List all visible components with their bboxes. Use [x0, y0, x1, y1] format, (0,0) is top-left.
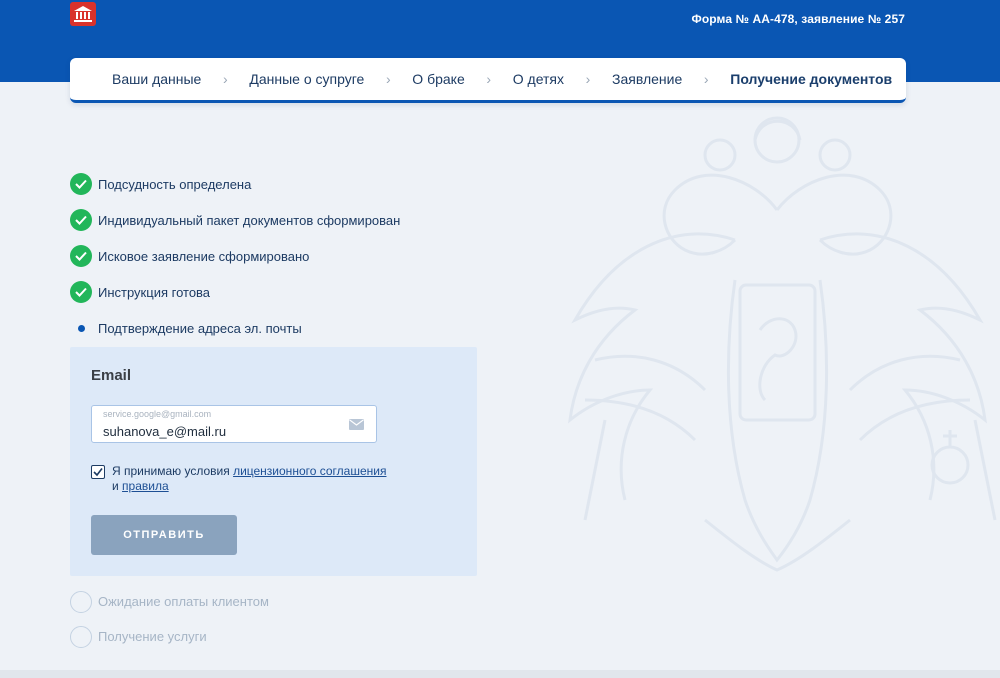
- terms-checkbox[interactable]: [91, 465, 105, 479]
- coat-of-arms-watermark: [568, 116, 997, 572]
- terms-conjunction: и: [112, 479, 123, 493]
- progress-checklist: Подсудность определена Индивидуальный па…: [70, 166, 490, 346]
- check-circle-icon: [70, 245, 92, 267]
- list-item-pending: Ожидание оплаты клиентом: [70, 584, 490, 619]
- email-confirmation-card: Email service.google@gmail.com suhanova_…: [70, 347, 477, 576]
- checklist-label: Инструкция готова: [98, 284, 211, 300]
- step-get-documents[interactable]: Получение документов: [730, 71, 892, 87]
- step-marriage[interactable]: О браке: [412, 71, 464, 87]
- rules-link[interactable]: правила: [122, 479, 169, 493]
- chevron-right-icon: ›: [385, 71, 391, 87]
- list-item: Подсудность определена: [70, 166, 490, 202]
- checklist-label: Получение услуги: [98, 629, 207, 644]
- email-placeholder: service.google@gmail.com: [103, 409, 212, 419]
- checklist-label: Подтверждение адреса эл. почты: [98, 320, 302, 336]
- email-value[interactable]: suhanova_e@mail.ru: [103, 424, 226, 439]
- current-step-dot-icon: [70, 317, 92, 339]
- checklist-label: Индивидуальный пакет документов сформиро…: [98, 212, 401, 228]
- terms-prefix: Я принимаю условия: [112, 464, 234, 478]
- step-application[interactable]: Заявление: [612, 71, 682, 87]
- form-id-label: Форма № АА-478, заявление № 257: [691, 12, 905, 26]
- license-agreement-link[interactable]: лицензионного соглашения: [233, 464, 386, 478]
- step-children[interactable]: О детях: [513, 71, 564, 87]
- email-input[interactable]: service.google@gmail.com suhanova_e@mail…: [91, 405, 377, 443]
- step-your-data[interactable]: Ваши данные: [112, 71, 201, 87]
- check-circle-icon: [70, 173, 92, 195]
- chevron-right-icon: ›: [703, 71, 709, 87]
- step-spouse-data[interactable]: Данные о супруге: [249, 71, 364, 87]
- chevron-right-icon: ›: [223, 71, 228, 87]
- list-item: Индивидуальный пакет документов сформиро…: [70, 202, 490, 238]
- terms-text: Я принимаю условия лицензионного соглаше…: [112, 464, 391, 494]
- check-circle-icon: [70, 209, 92, 231]
- chevron-right-icon: ›: [486, 71, 492, 87]
- progress-stepper: Ваши данные › Данные о супруге › О браке…: [70, 58, 906, 103]
- checklist-label: Подсудность определена: [98, 176, 252, 192]
- check-circle-icon: [70, 281, 92, 303]
- checklist-label: Исковое заявление сформировано: [98, 248, 310, 264]
- empty-circle-icon: [70, 625, 92, 648]
- list-item-current: Подтверждение адреса эл. почты: [70, 310, 490, 346]
- chevron-right-icon: ›: [585, 71, 591, 87]
- empty-circle-icon: [70, 590, 92, 613]
- bottom-divider: [0, 670, 1000, 678]
- email-section-title: Email: [91, 367, 132, 384]
- list-item: Инструкция готова: [70, 274, 490, 310]
- list-item-pending: Получение услуги: [70, 619, 490, 654]
- envelope-icon: [349, 419, 364, 430]
- checklist-label: Ожидание оплаты клиентом: [98, 594, 269, 609]
- courthouse-icon[interactable]: [70, 2, 96, 26]
- list-item: Исковое заявление сформировано: [70, 238, 490, 274]
- submit-button[interactable]: ОТПРАВИТЬ: [91, 515, 237, 555]
- terms-agreement: Я принимаю условия лицензионного соглаше…: [91, 464, 391, 494]
- pending-checklist: Ожидание оплаты клиентом Получение услуг…: [70, 584, 490, 654]
